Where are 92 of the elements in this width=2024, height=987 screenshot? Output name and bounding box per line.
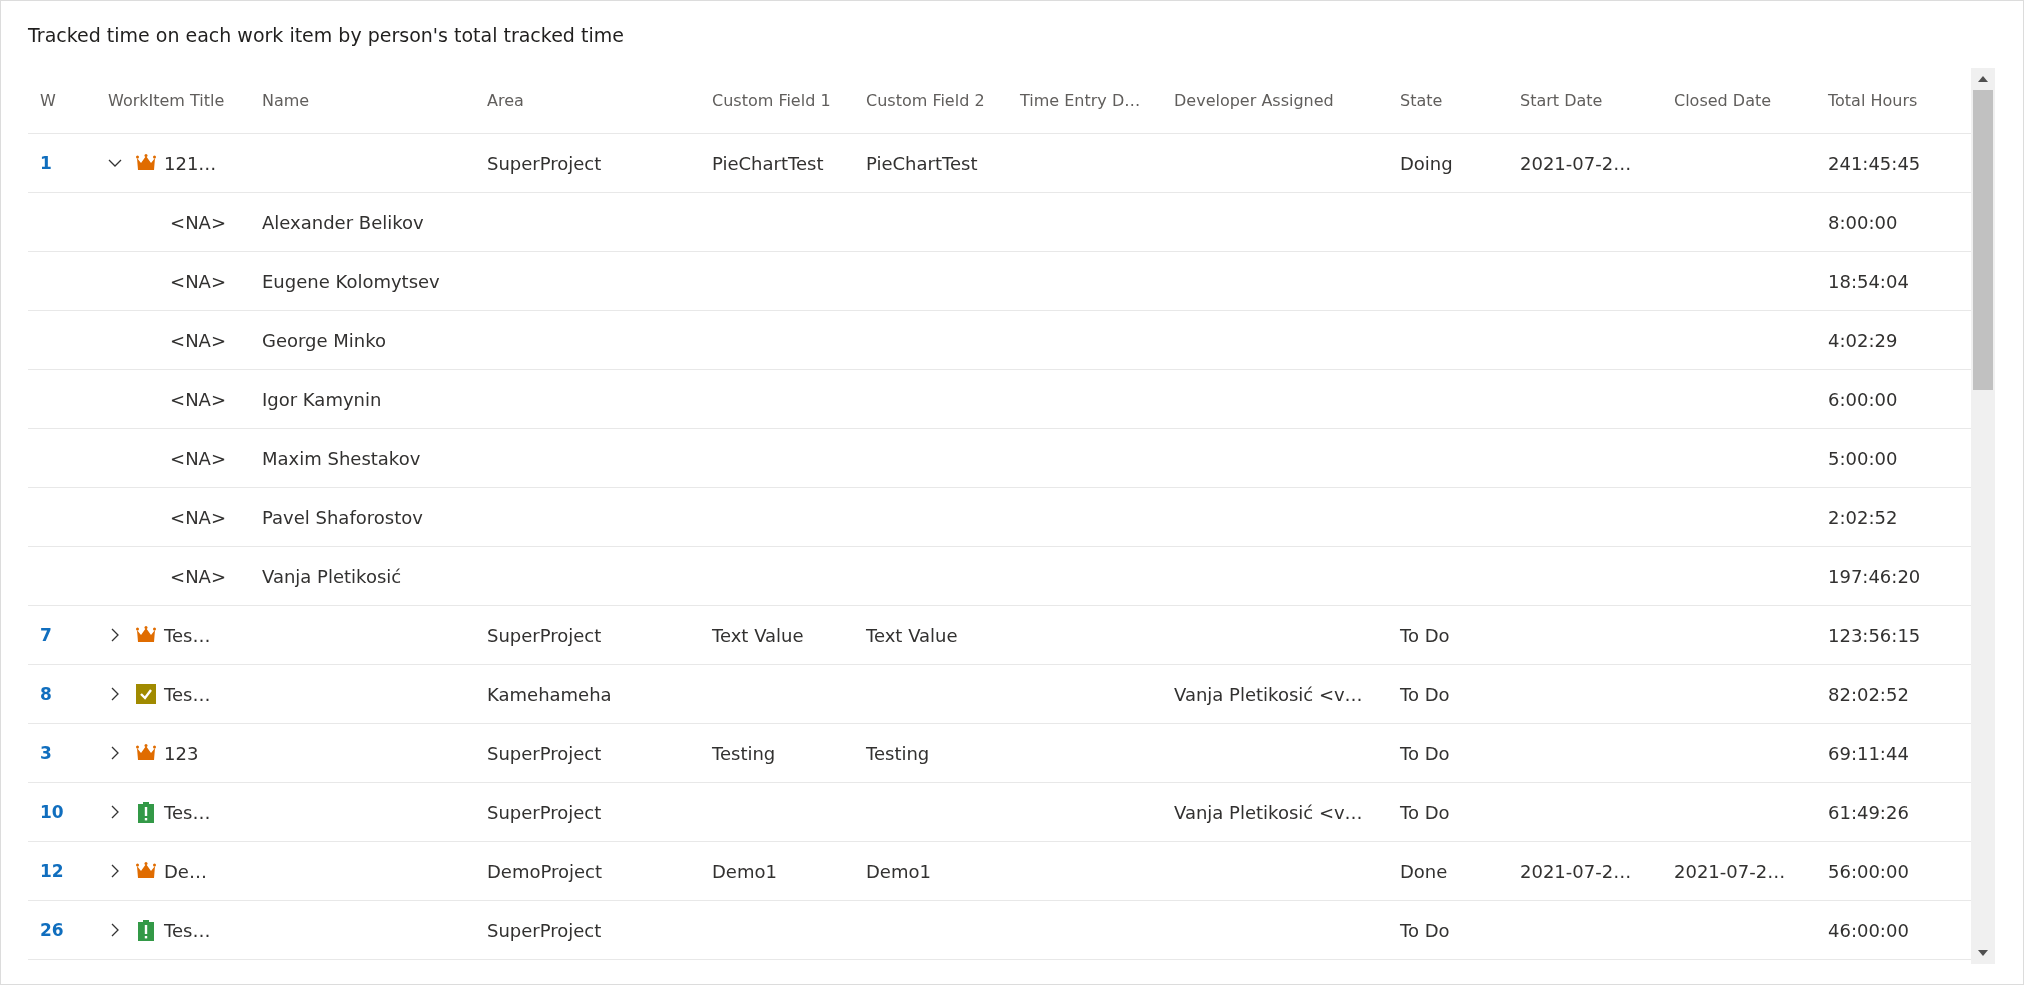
table-cell: George Minko [262,329,387,351]
table-cell: 123:56:15 [1828,624,1921,646]
table-cell: 197:46:20 [1828,565,1921,587]
table-cell: Vanja Pletikosić <v… [1174,683,1363,705]
table-cell: 46:00:00 [1828,919,1909,941]
work-item-id-link[interactable]: 8 [40,684,52,704]
table-cell: Testing [866,742,930,764]
table-cell: 56:00:00 [1828,860,1909,882]
table-cell: 6:00:00 [1828,388,1898,410]
table-cell: PieChartTest [712,152,824,174]
table-cell: To Do [1400,919,1450,941]
work-item-title: 121… [164,152,217,174]
column-header[interactable]: WorkItem Title [108,91,225,110]
table-cell: SuperProject [487,801,602,823]
crown-icon [136,154,156,172]
table-cell: Maxim Shestakov [262,447,421,469]
work-item-id-link[interactable]: 26 [40,920,64,940]
table-cell: SuperProject [487,742,602,764]
table-cell: <NA> [170,388,226,410]
table-cell: <NA> [170,447,226,469]
column-header[interactable]: Name [262,91,310,110]
table-cell: To Do [1400,801,1450,823]
column-header[interactable]: Closed Date [1674,91,1772,110]
work-item-id-link[interactable]: 3 [40,743,52,763]
scroll-up-icon[interactable] [1978,76,1988,82]
work-item-title: 123 [164,742,199,764]
table-cell: DemoProject [487,860,603,882]
work-item-id-link[interactable]: 10 [40,802,64,822]
table-cell: Demo1 [712,860,777,882]
crown-icon [136,626,156,644]
scroll-down-icon[interactable] [1978,950,1988,956]
table-cell: SuperProject [487,152,602,174]
table-cell: Alexander Belikov [262,211,424,233]
work-item-title: Tes… [164,919,211,941]
table-cell: 61:49:26 [1828,801,1909,823]
work-item-id-link[interactable]: 1 [40,153,52,173]
table-cell: Eugene Kolomytsev [262,270,440,292]
column-header[interactable]: Start Date [1520,91,1603,110]
table-cell: Doing [1400,152,1453,174]
table-cell: To Do [1400,742,1450,764]
table-cell: To Do [1400,624,1450,646]
clipboard-icon [138,801,154,823]
table-cell: <NA> [170,506,226,528]
column-header[interactable]: Custom Field 1 [712,91,831,110]
scrollbar-thumb[interactable] [1973,90,1993,390]
table-cell: Testing [712,742,776,764]
table-cell: Pavel Shaforostov [262,506,423,528]
table-cell: 2021-07-2… [1520,152,1632,174]
column-header[interactable]: Developer Assigned [1174,91,1334,110]
crown-icon [136,862,156,880]
table-cell: <NA> [170,329,226,351]
table-cell: SuperProject [487,624,602,646]
clipboard-icon [138,919,154,941]
table-cell: Text Value [712,624,804,646]
column-header[interactable]: Time Entry D… [1020,91,1141,110]
table-cell: <NA> [170,211,226,233]
work-item-title: De… [164,860,207,882]
table-cell: 5:00:00 [1828,447,1898,469]
work-item-id-link[interactable]: 7 [40,625,52,645]
table-cell: 241:45:45 [1828,152,1921,174]
table-cell: PieChartTest [866,152,978,174]
table-cell: <NA> [170,270,226,292]
table-cell: Vanja Pletikosić <v… [1174,801,1363,823]
checkbox-icon [136,684,156,704]
table-cell: 2021-07-2… [1674,860,1786,882]
table-cell: 4:02:29 [1828,329,1898,351]
report-title: Tracked time on each work item by person's total tracked time [28,23,624,46]
table-cell: 2021-07-2… [1520,860,1632,882]
table-cell: 18:54:04 [1828,270,1909,292]
table-cell: Done [1400,860,1448,882]
table-cell: Kamehameha [487,683,612,705]
column-header[interactable]: Area [487,91,524,110]
crown-icon [136,744,156,762]
table-cell: To Do [1400,683,1450,705]
table-cell: <NA> [170,565,226,587]
table-cell: Vanja Pletikosić [262,565,402,587]
table-cell: SuperProject [487,919,602,941]
column-header[interactable]: W [40,91,56,110]
column-header[interactable]: Custom Field 2 [866,91,985,110]
column-header[interactable]: Total Hours [1828,91,1918,110]
work-item-id-link[interactable]: 12 [40,861,64,881]
work-item-title: Tes… [164,801,211,823]
table-cell: Demo1 [866,860,931,882]
work-item-title: Tes… [164,683,211,705]
column-header[interactable]: State [1400,91,1443,110]
table-cell: 2:02:52 [1828,506,1898,528]
work-item-title: Tes… [164,624,211,646]
table-cell: Text Value [866,624,958,646]
table-cell: 69:11:44 [1828,742,1909,764]
table-cell: 82:02:52 [1828,683,1909,705]
table-cell: 8:00:00 [1828,211,1898,233]
table-cell: Igor Kamynin [262,388,382,410]
